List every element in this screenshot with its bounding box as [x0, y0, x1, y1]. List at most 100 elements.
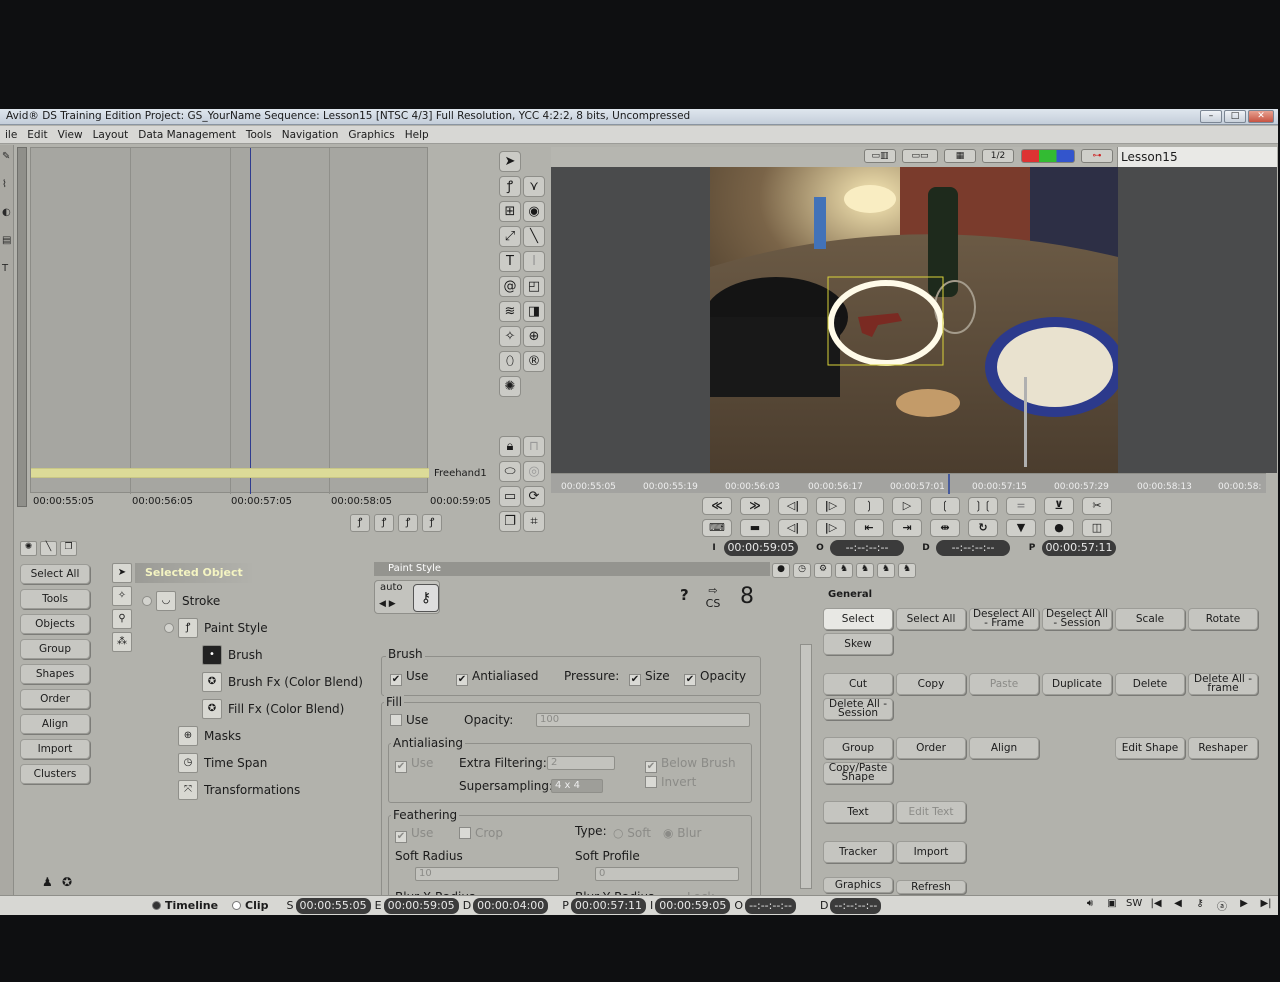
status-in-timecode[interactable]: 00:00:59:05	[655, 897, 731, 914]
menu-navigation[interactable]: Navigation	[282, 129, 339, 141]
next-icon[interactable]: ▶	[1236, 898, 1252, 913]
stroke-tool-icon[interactable]: ꝭ	[398, 514, 418, 532]
tree-node-transformations[interactable]: ⤧ Transformations	[178, 780, 300, 800]
delete-button[interactable]: Delete	[1115, 673, 1185, 695]
feather-use-checkbox[interactable]: ✔ Use	[395, 826, 433, 843]
monitor-icon[interactable]: ▣	[1104, 898, 1120, 913]
delete-all-frame-button[interactable]: Delete All - frame	[1188, 673, 1258, 695]
menu-view[interactable]: View	[58, 129, 83, 141]
palette-tab-icon[interactable]: ●	[772, 563, 790, 578]
crop-icon[interactable]: ◰	[523, 276, 545, 297]
warp-icon[interactable]: ≋	[499, 301, 521, 322]
import-button[interactable]: Import	[896, 841, 966, 863]
brush-icon[interactable]: ⌇	[2, 179, 12, 193]
play-icon[interactable]: ▷	[892, 497, 922, 515]
invert-checkbox[interactable]: Invert	[645, 775, 696, 789]
stroke-tool-icon[interactable]: ꝭ	[374, 514, 394, 532]
maximize-button[interactable]: □	[1224, 110, 1246, 123]
unlock-icon[interactable]: ⊓	[523, 436, 545, 457]
prev-icon[interactable]: ◀	[1170, 898, 1186, 913]
video-viewer[interactable]	[551, 167, 1277, 473]
blur-radio[interactable]: ◉ Blur	[663, 826, 701, 840]
text-cursor-icon[interactable]: I	[523, 251, 545, 272]
order-button[interactable]: Order	[20, 689, 90, 709]
graphics-button[interactable]: Graphics	[823, 877, 893, 893]
brush-antialiased-checkbox[interactable]: ✔ Antialiased	[456, 669, 538, 686]
figure-icon[interactable]: ⚲	[112, 609, 132, 629]
mask-icon[interactable]: ◨	[523, 301, 545, 322]
extra-filtering-slider[interactable]: 2	[547, 756, 615, 770]
frame-forward-icon[interactable]: |▷	[816, 519, 846, 537]
pen-icon[interactable]: ✎	[2, 151, 12, 165]
close-button[interactable]: ✕	[1248, 110, 1274, 123]
checker-icon[interactable]: ▦	[944, 149, 976, 163]
deselect-all-frame-button[interactable]: Deselect All - Frame	[969, 608, 1039, 630]
soft-radius-slider[interactable]: 10	[415, 867, 559, 881]
first-icon[interactable]: |◀	[1148, 898, 1164, 913]
stack-icon[interactable]: ❐	[499, 511, 521, 532]
supersampling-select[interactable]: 4 x 4	[551, 779, 603, 793]
pressure-size-checkbox[interactable]: ✔ Size	[629, 669, 670, 686]
deselect-all-session-button[interactable]: Deselect All - Session	[1042, 608, 1112, 630]
layout-single-icon[interactable]: ▭▥	[864, 149, 896, 163]
group-button[interactable]: Group	[20, 639, 90, 659]
tools-button[interactable]: Tools	[20, 589, 90, 609]
group-button[interactable]: Group	[823, 737, 893, 759]
split-view-icon[interactable]: ◫	[1082, 519, 1112, 537]
viewer-time-ruler[interactable]: 00:00:55:05 00:00:55:19 00:00:56:03 00:0…	[551, 473, 1266, 494]
text-button[interactable]: Text	[823, 801, 893, 823]
sw-icon[interactable]: SW	[1126, 898, 1142, 913]
go-to-out-icon[interactable]: ⇥	[892, 519, 922, 537]
order-button[interactable]: Order	[896, 737, 966, 759]
target-icon[interactable]: ⊕	[523, 326, 545, 347]
in-timecode[interactable]: 00:00:59:05	[724, 540, 798, 556]
minimize-button[interactable]: –	[1200, 110, 1222, 123]
magnet-icon[interactable]: ◐	[2, 207, 12, 221]
status-start-timecode[interactable]: 00:00:55:05	[295, 897, 371, 914]
zoom-ratio-button[interactable]: 1/2	[982, 149, 1014, 163]
duplicate-button[interactable]: Duplicate	[1042, 673, 1112, 695]
paste-button[interactable]: Paste	[969, 673, 1039, 695]
reshaper-button[interactable]: Reshaper	[1188, 737, 1258, 759]
layers-tab-icon[interactable]: ❐	[60, 541, 77, 556]
onion-skin-icon[interactable]: ⬭	[499, 461, 521, 482]
speaker-icon[interactable]: 🔊︎	[1082, 898, 1098, 913]
tree-node-fill-fx[interactable]: ✪ Fill Fx (Color Blend)	[202, 699, 344, 719]
rewind-icon[interactable]: ≪	[702, 497, 732, 515]
keyboard-icon[interactable]: ⌨	[702, 519, 732, 537]
tree-node-stroke[interactable]: ◡ Stroke	[142, 591, 220, 611]
step-back-icon[interactable]: ◁|	[778, 497, 808, 515]
pointer-icon[interactable]: ➤	[112, 563, 132, 583]
status-out-timecode[interactable]: --:--:--:--	[745, 897, 796, 914]
copy-paste-shape-button[interactable]: Copy/Paste Shape	[823, 762, 893, 784]
gears-tab-icon[interactable]: ⚙	[814, 563, 832, 578]
align-button[interactable]: Align	[20, 714, 90, 734]
ellipse-icon[interactable]: ◉	[523, 201, 545, 222]
nav-arrows-icon[interactable]: ◀ ▶	[379, 599, 396, 609]
figure-icon[interactable]: ♟	[42, 875, 53, 889]
figure-tab-icon[interactable]: ♞	[877, 563, 895, 578]
link-icon[interactable]: ⊶	[1081, 149, 1113, 163]
clock-tab-icon[interactable]: ◷	[793, 563, 811, 578]
below-brush-checkbox[interactable]: ✔ Below Brush	[645, 756, 736, 773]
freehand-icon[interactable]: ꝭ	[499, 176, 521, 197]
text-icon[interactable]: T	[499, 251, 521, 272]
brush-tab-icon[interactable]: ╲	[40, 541, 57, 556]
play-from-start-icon[interactable]: |▷	[816, 497, 846, 515]
spiral-icon[interactable]: @	[499, 276, 521, 297]
cs-toggle-icon[interactable]: ⇨ CS	[700, 584, 726, 610]
align-button[interactable]: Align	[969, 737, 1039, 759]
down-triangle-icon[interactable]: ▼	[1006, 519, 1036, 537]
tree-node-paint-style[interactable]: ꝭ Paint Style	[164, 618, 268, 638]
film-icon[interactable]: ▬	[740, 519, 770, 537]
timeline-radio[interactable]: Timeline	[152, 899, 218, 912]
edit-text-button[interactable]: Edit Text	[896, 801, 966, 823]
position-timecode[interactable]: 00:00:57:11	[1042, 540, 1116, 556]
refresh-button[interactable]: Refresh	[896, 880, 966, 894]
arrow-select-icon[interactable]: ➤	[499, 151, 521, 172]
equals-icon[interactable]: =	[1006, 497, 1036, 515]
eye-icon[interactable]: ◎	[523, 461, 545, 482]
rectangle-icon[interactable]: ⊞	[499, 201, 521, 222]
delete-all-session-button[interactable]: Delete All - Session	[823, 698, 893, 720]
soft-profile-slider[interactable]: 0	[595, 867, 739, 881]
